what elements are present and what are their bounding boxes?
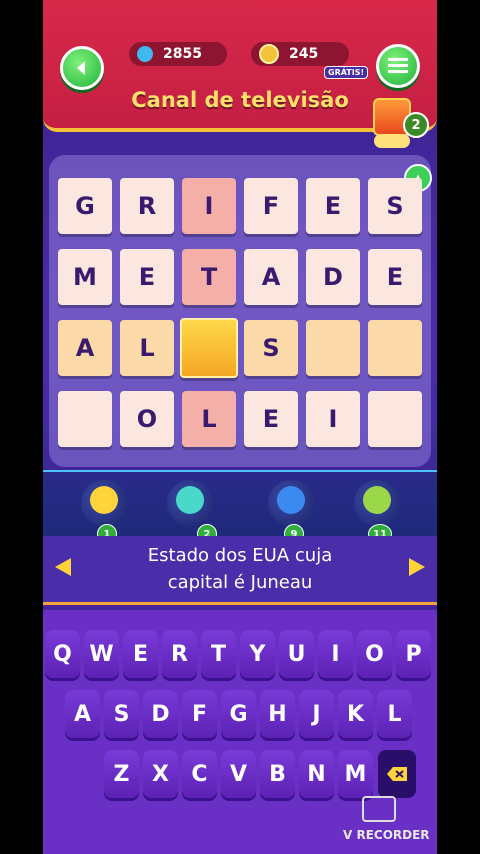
- key-z[interactable]: Z: [104, 750, 139, 798]
- grid-cell[interactable]: D: [306, 249, 360, 305]
- backspace-icon: [387, 767, 407, 781]
- grid-cell[interactable]: L: [120, 320, 174, 376]
- bee-helper-icon[interactable]: 1: [81, 480, 127, 544]
- key-l[interactable]: L: [377, 690, 412, 738]
- key-d[interactable]: D: [143, 690, 178, 738]
- coins-value: 245: [289, 46, 319, 62]
- grid-cell[interactable]: O: [120, 391, 174, 447]
- grid-cell[interactable]: E: [306, 178, 360, 234]
- grid-cell[interactable]: [368, 320, 422, 376]
- grid-cell[interactable]: E: [368, 249, 422, 305]
- next-clue-icon[interactable]: [409, 558, 425, 576]
- coins-counter[interactable]: 245: [251, 42, 349, 66]
- back-button[interactable]: [60, 46, 104, 90]
- key-w[interactable]: W: [84, 630, 119, 678]
- key-t[interactable]: T: [201, 630, 236, 678]
- recorder-icon: [362, 796, 396, 822]
- grid-cell[interactable]: R: [120, 178, 174, 234]
- game-screen: 2855 245 GRÁTIS! Canal de televisão 2 ▲ …: [43, 0, 437, 854]
- grid-cell[interactable]: T: [182, 249, 236, 305]
- grid-cell[interactable]: A: [58, 320, 112, 376]
- key-n[interactable]: N: [299, 750, 334, 798]
- coin-icon: [259, 44, 279, 64]
- key-k[interactable]: K: [338, 690, 373, 738]
- key-q[interactable]: Q: [45, 630, 80, 678]
- key-v[interactable]: V: [221, 750, 256, 798]
- grid-cell[interactable]: L: [182, 391, 236, 447]
- previous-clue-icon[interactable]: [55, 558, 71, 576]
- gem-icon: [137, 46, 153, 62]
- key-j[interactable]: J: [299, 690, 334, 738]
- grid-cell[interactable]: F: [244, 178, 298, 234]
- back-arrow-icon: [77, 61, 85, 75]
- key-g[interactable]: G: [221, 690, 256, 738]
- video-icon[interactable]: [374, 134, 410, 148]
- key-r[interactable]: R: [162, 630, 197, 678]
- grid-cell[interactable]: E: [120, 249, 174, 305]
- alien-helper-icon[interactable]: 11: [354, 480, 400, 544]
- grid-cell[interactable]: M: [58, 249, 112, 305]
- watermark: V RECORDER: [343, 828, 430, 842]
- gems-value: 2855: [163, 46, 202, 62]
- key-p[interactable]: P: [396, 630, 431, 678]
- key-b[interactable]: B: [260, 750, 295, 798]
- gems-counter: 2855: [129, 42, 227, 66]
- gift-count-badge: 2: [403, 112, 429, 138]
- free-coins-badge[interactable]: GRÁTIS!: [324, 66, 369, 79]
- key-s[interactable]: S: [104, 690, 139, 738]
- helpers-bar: 1 2 9 11: [43, 470, 437, 544]
- key-y[interactable]: Y: [240, 630, 275, 678]
- grid-cell[interactable]: I: [182, 178, 236, 234]
- key-c[interactable]: C: [182, 750, 217, 798]
- grid-cell[interactable]: G: [58, 178, 112, 234]
- key-m[interactable]: M: [338, 750, 373, 798]
- clue-panel: Estado dos EUA cuja capital é Juneau: [43, 536, 437, 605]
- grid-cell[interactable]: S: [244, 320, 298, 376]
- grid-cell[interactable]: [306, 320, 360, 376]
- menu-button[interactable]: [376, 44, 420, 88]
- menu-icon: [388, 58, 408, 73]
- bird-helper-icon[interactable]: 2: [167, 480, 217, 544]
- key-o[interactable]: O: [357, 630, 392, 678]
- clue-text: Estado dos EUA cuja capital é Juneau: [147, 545, 333, 593]
- grid-cell[interactable]: [368, 391, 422, 447]
- grid-cell[interactable]: I: [306, 391, 360, 447]
- grid-cell[interactable]: E: [244, 391, 298, 447]
- selected-grid-cell[interactable]: [180, 318, 238, 378]
- robot-helper-icon[interactable]: 9: [268, 480, 314, 544]
- backspace-key[interactable]: [378, 750, 416, 798]
- key-u[interactable]: U: [279, 630, 314, 678]
- key-i[interactable]: I: [318, 630, 353, 678]
- grid-cell[interactable]: S: [368, 178, 422, 234]
- key-f[interactable]: F: [182, 690, 217, 738]
- grid-cell[interactable]: A: [244, 249, 298, 305]
- grid-cell[interactable]: [58, 391, 112, 447]
- key-x[interactable]: X: [143, 750, 178, 798]
- key-a[interactable]: A: [65, 690, 100, 738]
- key-e[interactable]: E: [123, 630, 158, 678]
- key-h[interactable]: H: [260, 690, 295, 738]
